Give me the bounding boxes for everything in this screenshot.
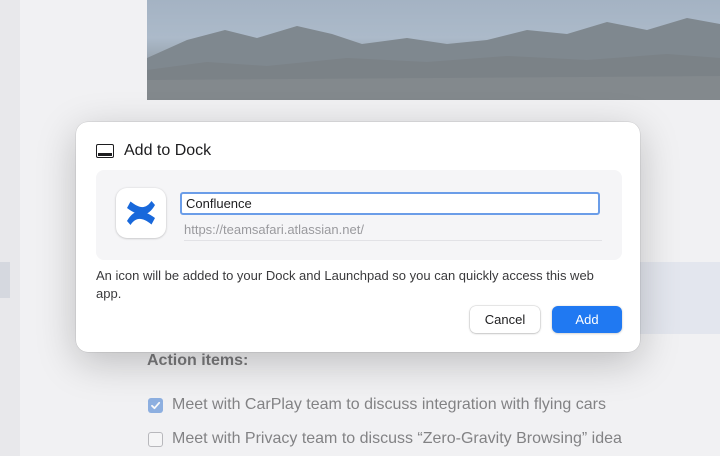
dock-icon bbox=[96, 144, 114, 158]
dialog-header: Add to Dock bbox=[96, 142, 211, 160]
app-url: https://teamsafari.atlassian.net/ bbox=[184, 222, 602, 241]
add-to-dock-dialog: Add to Dock https://teamsafari.atlassian… bbox=[76, 122, 640, 352]
app-info-panel: https://teamsafari.atlassian.net/ bbox=[96, 170, 622, 260]
confluence-logo-icon[interactable] bbox=[116, 188, 166, 238]
cancel-button[interactable]: Cancel bbox=[470, 306, 540, 333]
dialog-description: An icon will be added to your Dock and L… bbox=[96, 268, 594, 301]
add-button[interactable]: Add bbox=[552, 306, 622, 333]
app-name-input[interactable] bbox=[180, 192, 600, 215]
dialog-title: Add to Dock bbox=[124, 142, 212, 159]
